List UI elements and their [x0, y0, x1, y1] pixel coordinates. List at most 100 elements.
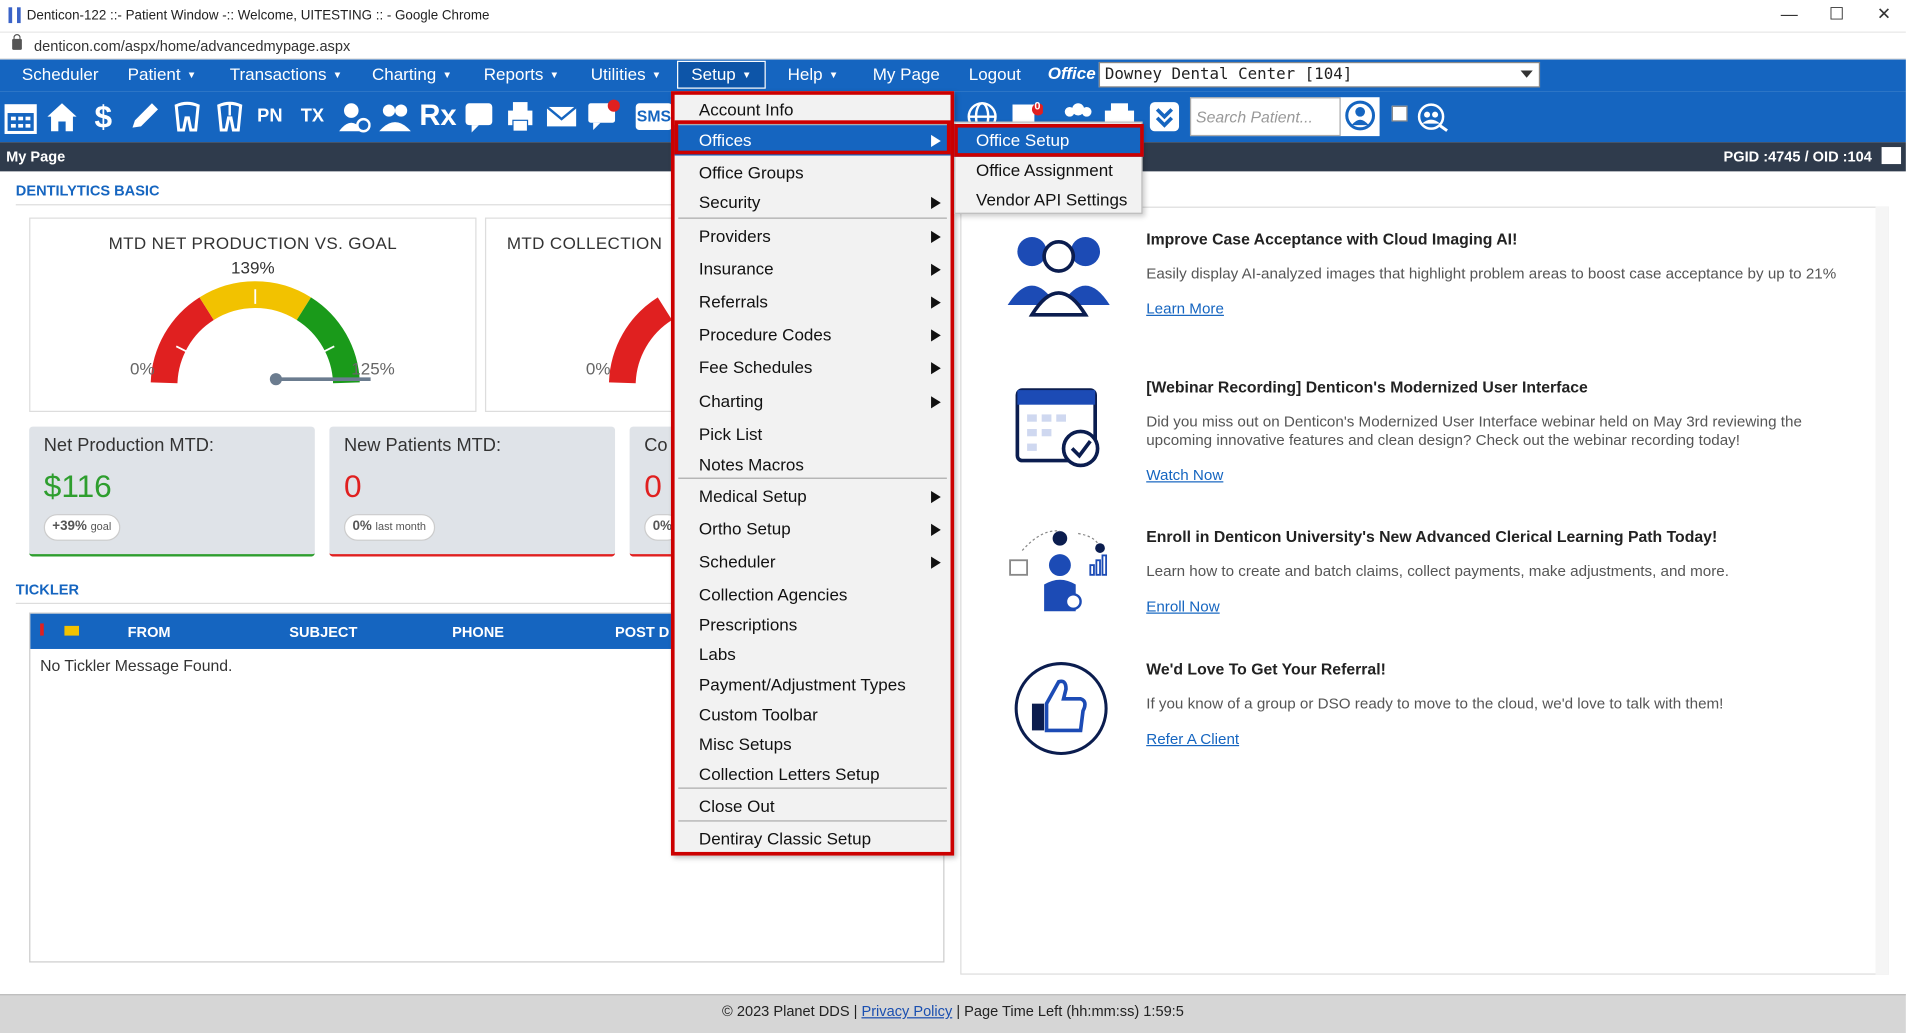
menu-item-scheduler[interactable]: Scheduler	[675, 547, 951, 577]
chevron-down-icon: ▼	[549, 69, 560, 81]
nav-utilities[interactable]: Utilities ▼	[591, 63, 662, 86]
column-from[interactable]: FROM	[128, 623, 171, 640]
stat-net-production: Net Production MTD: $116 +39% goal	[29, 426, 315, 557]
prescription-icon[interactable]: Rx	[419, 98, 456, 134]
gauge-title: MTD NET PRODUCTION VS. GOAL	[108, 233, 398, 253]
tooth-icon[interactable]	[170, 98, 204, 134]
menu-separator	[678, 820, 947, 822]
gauge-min-label: 0%	[130, 358, 155, 378]
notes-icon[interactable]	[462, 98, 496, 134]
edit-icon[interactable]	[128, 98, 162, 134]
submenu-arrow-icon	[931, 523, 941, 536]
add-patient-icon[interactable]	[337, 98, 371, 134]
menu-item-procedure-codes[interactable]: Procedure Codes	[675, 320, 951, 350]
submenu-arrow-icon	[931, 556, 941, 569]
close-icon[interactable]: ✕	[1866, 4, 1902, 25]
home-icon[interactable]	[45, 98, 79, 134]
menu-item-prescriptions[interactable]: Prescriptions	[675, 610, 951, 640]
chevron-down-icon: ▼	[442, 69, 452, 81]
menu-item-insurance[interactable]: Insurance	[675, 254, 951, 284]
office-select[interactable]: Downey Dental Center [104]	[1098, 61, 1541, 88]
menu-item-providers[interactable]: Providers	[675, 221, 951, 251]
menu-item-notes-macros[interactable]: Notes Macros	[675, 450, 951, 480]
window-title: Denticon-122 ::- Patient Window -:: Welc…	[26, 8, 490, 24]
submenu-item-office-setup[interactable]: Office Setup	[954, 123, 1144, 157]
news-description: If you know of a group or DSO ready to m…	[1146, 695, 1724, 713]
nav-reports[interactable]: Reports ▼	[484, 63, 559, 86]
chevron-down-icon: ▼	[741, 69, 752, 81]
menu-item-dentiray-classic-setup[interactable]: Dentiray Classic Setup	[675, 824, 951, 854]
add-family-icon[interactable]	[378, 98, 412, 134]
mail-icon[interactable]	[545, 98, 579, 134]
search-patient-input[interactable]: Search Patient...	[1189, 97, 1341, 137]
news-title: Enroll in Denticon University's New Adva…	[1146, 527, 1718, 546]
privacy-policy-link[interactable]: Privacy Policy	[861, 1003, 952, 1020]
address-bar[interactable]: denticon.com/aspx/home/advancedmypage.as…	[0, 32, 1906, 60]
news-link-enroll-now[interactable]: Enroll Now	[1146, 598, 1219, 615]
menu-item-collection-letters-setup[interactable]: Collection Letters Setup	[675, 760, 951, 790]
menu-item-collection-agencies[interactable]: Collection Agencies	[675, 580, 951, 610]
print-page-icon[interactable]	[1881, 147, 1902, 165]
news-item: We'd Love To Get Your Referral! If you k…	[1146, 660, 1851, 750]
menu-item-fee-schedules[interactable]: Fee Schedules	[675, 352, 951, 382]
chevron-down-icon: ▼	[186, 69, 197, 81]
nav-patient[interactable]: Patient ▼	[128, 63, 197, 86]
nav-transactions[interactable]: Transactions ▼	[230, 63, 342, 86]
submenu-item-vendor-api-settings[interactable]: Vendor API Settings	[955, 185, 1141, 214]
menu-item-pick-list[interactable]: Pick List	[675, 419, 951, 449]
submenu-item-office-assignment[interactable]: Office Assignment	[955, 156, 1141, 185]
submenu-arrow-icon	[931, 329, 941, 342]
column-post-date[interactable]: POST D	[615, 623, 669, 640]
maximize-icon[interactable]: ☐	[1818, 4, 1854, 25]
lock-icon	[12, 34, 22, 50]
news-scrollbar[interactable]	[1875, 206, 1889, 975]
gauge-dial	[150, 281, 371, 386]
message-icon[interactable]	[586, 98, 620, 134]
news-link-learn-more[interactable]: Learn More	[1146, 300, 1224, 317]
menu-item-medical-setup[interactable]: Medical Setup	[675, 481, 951, 511]
column-subject[interactable]: SUBJECT	[289, 623, 357, 640]
menu-item-security[interactable]: Security	[675, 187, 951, 217]
menu-item-close-out[interactable]: Close Out	[675, 791, 951, 821]
stat-value: $116	[43, 467, 112, 505]
office-label: Office	[1047, 63, 1096, 83]
chevron-down-icon: ▼	[332, 69, 343, 81]
news-item: Improve Case Acceptance with Cloud Imagi…	[1146, 230, 1851, 320]
dentilytics-title: DENTILYTICS BASIC	[15, 182, 160, 200]
menu-item-ortho-setup[interactable]: Ortho Setup	[675, 514, 951, 544]
page-footer: © 2023 Planet DDS | Privacy Policy | Pag…	[0, 994, 1906, 1033]
menu-separator	[678, 477, 947, 479]
menu-item-payment-adjustment-types[interactable]: Payment/Adjustment Types	[675, 670, 951, 700]
menu-item-office-groups[interactable]: Office Groups	[675, 158, 951, 188]
calendar-icon[interactable]	[4, 98, 38, 134]
teeth-chart-icon[interactable]	[213, 98, 247, 134]
print-icon[interactable]	[503, 98, 537, 134]
tickler-empty-message: No Tickler Message Found.	[40, 656, 233, 675]
nav-help[interactable]: Help ▼	[788, 63, 839, 86]
news-link-refer-a-client[interactable]: Refer A Client	[1146, 730, 1239, 747]
patient-search-icon[interactable]	[1340, 97, 1380, 137]
progress-notes-icon[interactable]: PN	[253, 98, 287, 134]
family-search-icon[interactable]	[1412, 98, 1453, 134]
news-link-watch-now[interactable]: Watch Now	[1146, 467, 1223, 484]
dollar-icon[interactable]: $	[86, 98, 120, 134]
nav-my-page[interactable]: My Page	[873, 63, 940, 85]
nav-scheduler[interactable]: Scheduler	[22, 63, 99, 85]
minimize-icon[interactable]: —	[1771, 4, 1807, 23]
menu-item-custom-toolbar[interactable]: Custom Toolbar	[675, 700, 951, 730]
submenu-arrow-icon	[931, 196, 941, 210]
menu-item-misc-setups[interactable]: Misc Setups	[675, 729, 951, 759]
nav-setup[interactable]: Setup ▼	[677, 60, 766, 89]
sms-icon[interactable]: SMS	[635, 103, 673, 131]
menu-item-charting[interactable]: Charting	[675, 386, 951, 416]
chevron-double-down-icon[interactable]	[1147, 98, 1181, 134]
menu-item-labs[interactable]: Labs	[675, 639, 951, 669]
nav-charting[interactable]: Charting ▼	[372, 63, 452, 86]
treatment-icon[interactable]: TX	[295, 98, 329, 134]
menu-item-referrals[interactable]: Referrals	[675, 287, 951, 317]
checkbox[interactable]	[1391, 105, 1408, 122]
pgid-oid-info: PGID :4745 / OID :104	[1723, 148, 1872, 166]
stat-label: Net Production MTD:	[43, 435, 214, 456]
nav-logout[interactable]: Logout	[969, 63, 1021, 85]
column-phone[interactable]: PHONE	[452, 623, 504, 640]
